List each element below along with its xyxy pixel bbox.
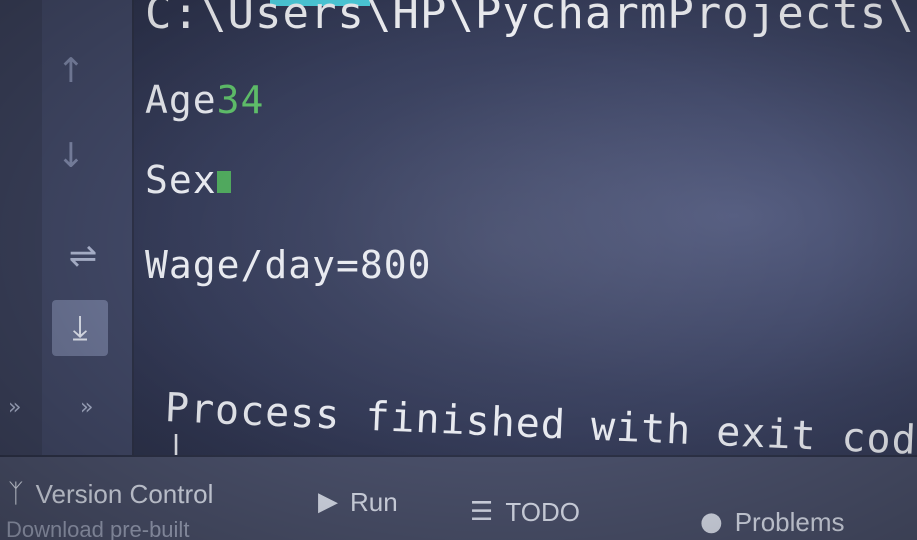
- age-value: 34: [216, 78, 265, 122]
- todo-icon: ☰: [470, 497, 494, 527]
- chevron-right-icon[interactable]: »: [8, 395, 21, 420]
- status-bar-text: Download pre-built: [6, 517, 190, 540]
- arrow-down-icon[interactable]: ↓: [40, 130, 102, 182]
- tab-run-label: Run: [350, 486, 398, 517]
- age-label: Age: [145, 78, 217, 122]
- outer-gutter: »: [0, 0, 43, 455]
- sex-input-value: [216, 171, 231, 193]
- sex-label: Sex: [145, 158, 217, 202]
- script-path: C:\Users\HP\PycharmProjects\p: [145, 0, 917, 39]
- age-prompt: Age34: [145, 78, 264, 122]
- problems-icon: ●: [700, 507, 723, 537]
- more-actions-icon[interactable]: »: [80, 395, 93, 420]
- console-output[interactable]: C:\Users\HP\PycharmProjects\p Age34 Sex …: [145, 0, 917, 465]
- tab-version-control[interactable]: ᛉ Version Control: [8, 469, 213, 519]
- tool-window-bar: ᛉ Version Control ▶ Run ☰ TODO ● Problem…: [0, 455, 917, 540]
- tab-run[interactable]: ▶ Run: [318, 477, 398, 527]
- wage-output: Wage/day=800: [145, 243, 432, 287]
- tab-problems[interactable]: ● Problems: [700, 497, 845, 540]
- tab-todo-label: TODO: [505, 496, 580, 527]
- tab-todo[interactable]: ☰ TODO: [470, 487, 580, 537]
- run-icon: ▶: [318, 487, 338, 517]
- scroll-to-end-icon[interactable]: ⤓: [52, 300, 108, 356]
- tab-version-control-label: Version Control: [35, 478, 214, 509]
- soft-wrap-icon[interactable]: ⇌: [52, 230, 114, 282]
- tab-problems-label: Problems: [734, 506, 845, 537]
- arrow-up-icon[interactable]: ↑: [40, 45, 102, 97]
- version-control-icon: ᛉ: [8, 479, 24, 509]
- process-finished-message: Process finished with exit code: [163, 385, 917, 465]
- sex-prompt: Sex: [145, 158, 231, 202]
- pycharm-run-window: » ↑ ↓ ⇌ ⤓ » C:\Users\HP\PycharmProjects\…: [0, 0, 917, 540]
